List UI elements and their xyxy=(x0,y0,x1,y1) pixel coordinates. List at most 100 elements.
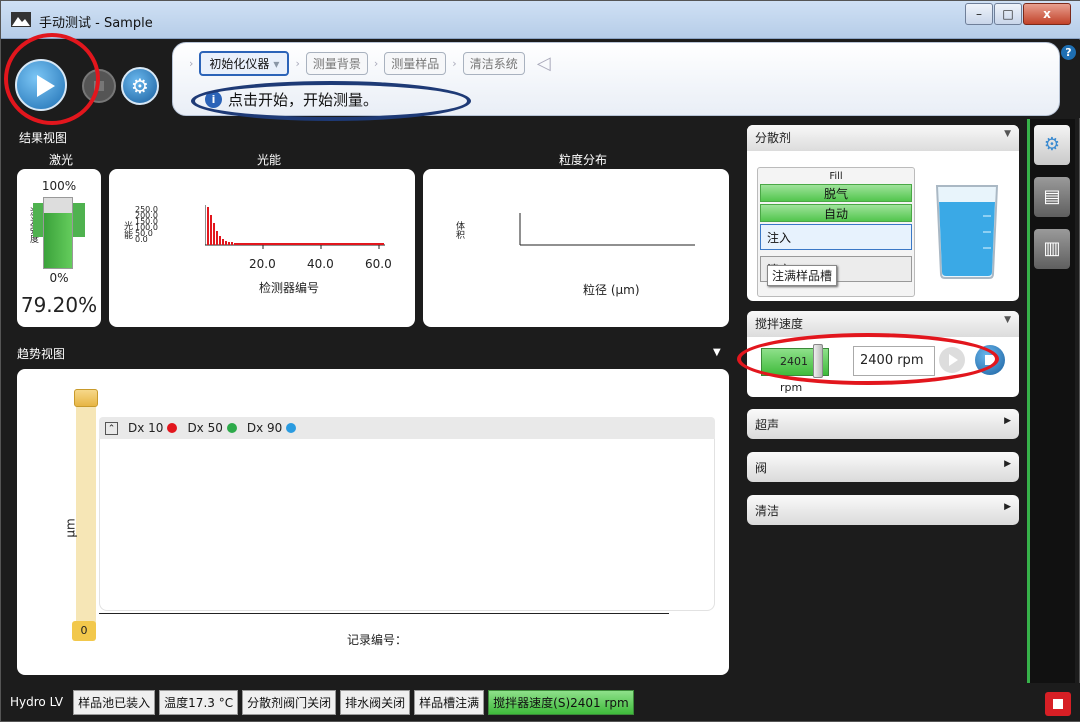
light-x-tick-60: 60.0 xyxy=(365,257,392,271)
dx10-dot xyxy=(167,423,178,433)
status-drain-valve: 排水阀关闭 xyxy=(340,689,411,715)
psd-chart xyxy=(519,213,695,246)
tab-report[interactable]: ▥ xyxy=(1034,229,1070,269)
app-icon xyxy=(11,12,31,27)
laser-value: 79.20% xyxy=(20,293,98,317)
device-icon: ⚙ xyxy=(1043,134,1061,155)
clean-panel[interactable]: 清洁 ▶ xyxy=(747,495,1019,525)
dispersant-header[interactable]: 分散剂 ▼ xyxy=(747,125,1019,151)
fill-degas[interactable]: 脱气 xyxy=(760,184,912,202)
light-title: 光能 xyxy=(256,153,281,167)
results-area: 结果视图 激光 100% 激光强度 0% 79.20% 光能 光能 250.0 … xyxy=(13,123,733,683)
trend-title: 趋势视图 xyxy=(17,347,66,361)
title-bar: 手动测试 - Sample – □ x xyxy=(1,1,1080,39)
stir-panel: 搅拌速度 ▼ 2401 rpm 2400 rpm xyxy=(737,311,1019,397)
accessory-name: Hydro LV xyxy=(10,695,64,709)
psd-axis-label: 体积 xyxy=(454,221,464,239)
laser-gauge-fill xyxy=(44,212,72,268)
side-tab-bar: ⚙ ▤ ▥ xyxy=(1027,119,1075,683)
status-cell-loaded: 样品池已装入 xyxy=(73,689,156,715)
trend-collapse-icon[interactable]: ▼ xyxy=(713,347,721,358)
step-clean[interactable]: 清洁系统 xyxy=(462,51,525,75)
trend-x-axis xyxy=(99,613,669,614)
psd-x-label: 粒径 (μm) xyxy=(583,283,640,297)
app-window: 手动测试 - Sample – □ x ⚙ › 初始化仪器 ▾ › 测量背景 › … xyxy=(0,0,1080,722)
slider-bottom-handle[interactable]: 0 xyxy=(72,621,96,641)
light-energy-card: 光能 250.0 200.0 150.0 100.0 50.0 0.0 20.0… xyxy=(109,169,415,327)
dispersant-panel: 分散剂▼ Fill 脱气 自动 注入 清空 注满样品槽 xyxy=(747,125,1019,301)
chevron-right-icon: › xyxy=(373,56,379,70)
laser-max: 100% xyxy=(41,179,77,193)
legend-dx50: Dx 50 xyxy=(187,421,237,435)
light-x-tick-20: 20.0 xyxy=(249,257,276,271)
status-stirrer-speed: 搅拌器速度(S)2401 rpm xyxy=(488,689,634,715)
status-tank-filled: 样品槽注满 xyxy=(414,689,485,715)
emergency-stop-button[interactable] xyxy=(1045,692,1071,716)
collapse-legend-icon[interactable]: ⌃ xyxy=(105,421,118,435)
chevron-right-icon: › xyxy=(295,56,300,70)
help-icon[interactable]: ? xyxy=(1061,45,1076,60)
light-x-tick-40: 40.0 xyxy=(307,257,334,271)
chevron-right-icon: ▶ xyxy=(1004,459,1011,469)
annotation-red-circle xyxy=(4,33,100,125)
chevron-right-icon: ▶ xyxy=(1004,502,1011,512)
dx50-dot xyxy=(226,423,237,433)
legend-dx90: Dx 90 xyxy=(247,421,297,435)
chevron-right-icon: ▶ xyxy=(1004,416,1011,426)
maximize-icon: □ xyxy=(1002,7,1014,21)
chevron-right-icon: › xyxy=(189,56,194,70)
laser-title: 激光 xyxy=(48,153,73,167)
laser-gauge xyxy=(43,197,73,269)
tab-accessory[interactable]: ⚙ xyxy=(1034,125,1070,165)
results-title: 结果视图 xyxy=(19,131,68,145)
annotation-red-oval xyxy=(737,333,999,385)
settings-button[interactable]: ⚙ xyxy=(121,67,159,105)
valve-panel[interactable]: 阀 ▶ xyxy=(747,452,1019,482)
ultrasound-panel[interactable]: 超声 ▶ xyxy=(747,409,1019,439)
chevron-down-icon: ▼ xyxy=(1004,129,1011,139)
chevron-down-icon: ▼ xyxy=(1004,315,1011,325)
status-temperature: 温度17.3 °C xyxy=(159,689,239,715)
tab-document[interactable]: ▤ xyxy=(1034,177,1070,217)
laser-card: 100% 激光强度 0% 79.20% xyxy=(17,169,101,327)
gear-icon: ⚙ xyxy=(131,74,149,98)
document-icon: ▤ xyxy=(1043,186,1061,207)
trend-plot-area xyxy=(99,439,715,611)
beaker-icon xyxy=(935,185,999,279)
minimize-icon: – xyxy=(976,7,982,21)
toolbar: ⚙ › 初始化仪器 ▾ › 测量背景 › 测量样品 › 清洁系统 ◁ i 点击开始… xyxy=(2,40,1080,118)
laser-min: 0% xyxy=(49,271,69,285)
trend-card: 0 ⌃ Dx 10 Dx 50 Dx 90 μm 记录编号： xyxy=(17,369,729,675)
step-sample[interactable]: 测量样品 xyxy=(384,51,447,75)
light-y-ticks: 250.0 200.0 150.0 100.0 50.0 0.0 xyxy=(135,205,158,244)
back-arrow-icon[interactable]: ◁ xyxy=(537,53,551,74)
window-title: 手动测试 - Sample xyxy=(39,16,153,31)
light-energy-chart xyxy=(205,205,385,249)
fill-auto[interactable]: 自动 xyxy=(760,204,912,222)
fill-inject[interactable]: 注入 xyxy=(760,224,912,250)
tooltip-fill-cell: 注满样品槽 xyxy=(767,265,838,286)
trend-range-slider[interactable] xyxy=(74,389,98,629)
step-background[interactable]: 测量背景 xyxy=(305,51,368,75)
annotation-blue-oval xyxy=(191,81,471,121)
maximize-button[interactable]: □ xyxy=(994,3,1022,25)
minimize-button[interactable]: – xyxy=(965,3,993,25)
status-bar: Hydro LV 样品池已装入 温度17.3 °C 分散剂阀门关闭 排水阀关闭 … xyxy=(2,683,1080,721)
fill-title: Fill xyxy=(829,171,843,182)
report-icon: ▥ xyxy=(1043,238,1061,259)
step-init[interactable]: 初始化仪器 ▾ xyxy=(199,50,290,76)
chevron-down-icon: ▾ xyxy=(273,56,280,71)
slider-top-handle[interactable] xyxy=(74,389,98,407)
dx90-dot xyxy=(286,423,297,433)
trend-y-label: μm xyxy=(63,518,78,538)
psd-title: 粒度分布 xyxy=(558,153,607,167)
close-icon: x xyxy=(1043,7,1051,21)
legend-dx10: Dx 10 xyxy=(128,421,178,435)
trend-x-label: 记录编号： xyxy=(347,633,408,647)
trend-legend: ⌃ Dx 10 Dx 50 Dx 90 xyxy=(99,417,715,439)
close-button[interactable]: x xyxy=(1023,3,1071,25)
chevron-right-icon: › xyxy=(452,56,457,70)
light-axis-label: 光能 xyxy=(122,221,132,239)
status-dispersant-valve: 分散剂阀门关闭 xyxy=(242,689,337,715)
psd-card: 体积 粒径 (μm) xyxy=(423,169,729,327)
